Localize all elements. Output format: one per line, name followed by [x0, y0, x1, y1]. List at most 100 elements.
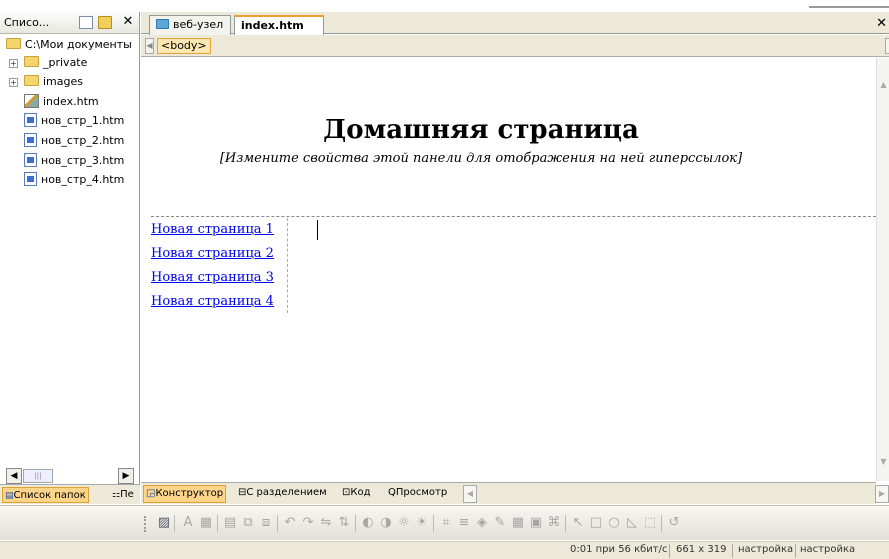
highlight-hotspots-icon[interactable]: ⬚: [642, 515, 658, 531]
page-icon: [24, 113, 37, 127]
bring-forward-icon[interactable]: ⧈: [258, 515, 274, 531]
scroll-right-icon[interactable]: ▶: [118, 468, 134, 484]
more-contrast-icon[interactable]: ◐: [360, 515, 376, 531]
tree-item-page-1[interactable]: нов_стр_1.htm: [24, 112, 140, 130]
tree-item-label: нов_стр_1.htm: [41, 114, 125, 127]
close-icon[interactable]: ✕: [876, 16, 887, 31]
less-brightness-icon[interactable]: ☀: [414, 515, 430, 531]
tree-item-page-4[interactable]: нов_стр_4.htm: [24, 171, 140, 189]
tab-design[interactable]: ◲Конструктор: [143, 485, 227, 503]
status-setting-1[interactable]: настройка: [738, 544, 793, 555]
resample-icon[interactable]: ▣: [528, 515, 544, 531]
nav-link-2[interactable]: Новая страница 2: [151, 246, 274, 261]
tree-item-private[interactable]: + _private: [0, 54, 140, 72]
page-subtitle[interactable]: [Измените свойства этой панели для отобр…: [141, 151, 821, 166]
tag-scroll-left-icon[interactable]: ◀: [145, 38, 154, 54]
expand-icon[interactable]: +: [9, 59, 18, 68]
table-icon[interactable]: ▦: [510, 515, 526, 531]
tree-item-label: нов_стр_3.htm: [41, 154, 125, 167]
circle-icon[interactable]: ○: [606, 515, 622, 531]
insert-picture-icon[interactable]: ▨: [156, 515, 172, 531]
crop-icon[interactable]: ⌗: [438, 515, 454, 531]
design-canvas[interactable]: Домашняя страница [Измените свойства это…: [141, 58, 876, 481]
tab-website[interactable]: веб-узел: [149, 15, 231, 35]
tree-item-root[interactable]: C:\Мои документы: [6, 36, 132, 54]
folder-icon: [6, 38, 21, 49]
flip-vertical-icon[interactable]: ⇅: [336, 515, 352, 531]
rectangle-icon[interactable]: □: [588, 515, 604, 531]
quick-tag-selector: ◀ <body>: [141, 35, 889, 57]
tab-folder-list[interactable]: ▤Список папок: [2, 487, 89, 503]
tree-item-index[interactable]: index.htm: [24, 93, 99, 111]
tab-index-htm[interactable]: index.htm: [234, 15, 324, 36]
flip-horizontal-icon[interactable]: ⇋: [318, 515, 334, 531]
document-tabs: веб-узел index.htm ✕: [141, 12, 889, 36]
tag-scroll-right-icon[interactable]: [885, 38, 889, 54]
tab-preview[interactable]: QПросмотр: [386, 485, 449, 503]
scroll-left-icon[interactable]: ◀: [463, 485, 477, 503]
folder-list-title: Списо...: [4, 16, 50, 29]
tab-split[interactable]: ⊟С разделением: [236, 485, 329, 503]
tab-code[interactable]: ⊡Код: [340, 485, 373, 503]
nav-link-3[interactable]: Новая страница 3: [151, 270, 274, 285]
tree-item-label: нов_стр_2.htm: [41, 134, 125, 147]
scroll-down-icon[interactable]: ▼: [878, 457, 889, 471]
nav-link-4[interactable]: Новая страница 4: [151, 294, 274, 309]
select-arrow-icon[interactable]: ↖: [570, 515, 586, 531]
page-icon: [24, 153, 37, 167]
more-brightness-icon[interactable]: ☼: [396, 515, 412, 531]
layout-icon[interactable]: ▤: [222, 515, 238, 531]
send-back-icon[interactable]: ⧉: [240, 515, 256, 531]
page-heading[interactable]: Домашняя страница: [141, 115, 821, 145]
less-contrast-icon[interactable]: ◑: [378, 515, 394, 531]
new-page-icon[interactable]: [79, 16, 93, 29]
table-border: [151, 216, 876, 217]
polygon-icon[interactable]: ◺: [624, 515, 640, 531]
close-icon[interactable]: ✕: [121, 14, 135, 29]
view-mode-tabs: ◲Конструктор ⊟С разделением ⊡Код QПросмо…: [141, 482, 889, 504]
page-dimensions[interactable]: 661 x 319: [676, 544, 726, 555]
tree-item-page-3[interactable]: нов_стр_3.htm: [24, 152, 140, 170]
wordart-icon[interactable]: A: [180, 515, 196, 531]
folder-icon: [24, 75, 39, 86]
page-icon: [24, 172, 37, 186]
rotate-left-icon[interactable]: ↶: [282, 515, 298, 531]
preview-icon: Q: [388, 487, 396, 498]
tree-item-label: нов_стр_4.htm: [41, 173, 125, 186]
fill-icon[interactable]: ◈: [474, 515, 490, 531]
scroll-thumb[interactable]: |||: [23, 469, 53, 483]
pencil-icon[interactable]: ✎: [492, 515, 508, 531]
folder-list-panel: Списо... ✕ C:\Мои документы + _private +…: [0, 12, 140, 504]
toolbar-grip[interactable]: [144, 516, 147, 532]
tab-navigation[interactable]: ⚏Пе: [110, 487, 136, 503]
scroll-left-icon[interactable]: ◀: [6, 468, 22, 484]
scroll-up-icon[interactable]: ▲: [878, 80, 889, 94]
scroll-right-icon[interactable]: ▶: [875, 485, 889, 503]
vertical-scrollbar[interactable]: ▲ ▼: [876, 58, 889, 481]
tree-item-label: C:\Мои документы: [25, 38, 132, 51]
left-panel-tabs: ▤Список папок ⚏Пе: [0, 484, 140, 504]
restore-icon[interactable]: ↺: [666, 515, 682, 531]
status-setting-2[interactable]: настройка: [800, 544, 855, 555]
tree-item-label: _private: [43, 56, 88, 69]
color-icon[interactable]: ▦: [198, 515, 214, 531]
link-bar[interactable]: Новая страница 1 Новая страница 2 Новая …: [151, 218, 288, 313]
line-style-icon[interactable]: ≡: [456, 515, 472, 531]
new-folder-icon[interactable]: [98, 16, 112, 29]
hotspot-icon[interactable]: ⌘: [546, 515, 562, 531]
text-cursor: [317, 220, 318, 240]
folder-list-scrollbar[interactable]: ◀ ||| ▶: [6, 468, 134, 484]
status-bar: 0:01 при 56 кбит/с 661 x 319 настройка н…: [0, 541, 889, 559]
tree-item-images[interactable]: + images: [0, 73, 140, 91]
body-tag-button[interactable]: <body>: [157, 38, 211, 54]
tree-item-label: index.htm: [43, 95, 99, 108]
nav-link-1[interactable]: Новая страница 1: [151, 222, 274, 237]
download-time: 0:01 при 56 кбит/с: [570, 544, 668, 555]
tree-item-page-2[interactable]: нов_стр_2.htm: [24, 132, 140, 150]
folder-icon: [24, 56, 39, 67]
expand-icon[interactable]: +: [9, 78, 18, 87]
navigation-icon: ⚏: [112, 490, 121, 500]
folder-list-header: Списо... ✕: [0, 12, 139, 34]
rotate-right-icon[interactable]: ↷: [300, 515, 316, 531]
tree-item-label: images: [43, 75, 83, 88]
